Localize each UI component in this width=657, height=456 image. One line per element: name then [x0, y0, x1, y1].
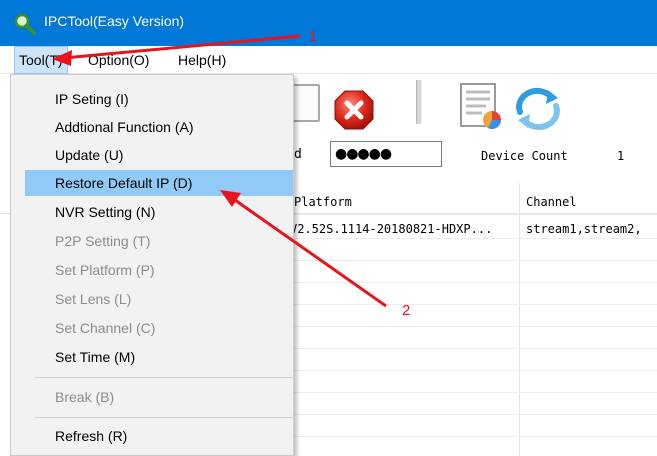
annotation-label-1: 1: [309, 28, 318, 45]
annotation-arrows: [52, 34, 387, 308]
annotation-label-2: 2: [402, 302, 411, 319]
